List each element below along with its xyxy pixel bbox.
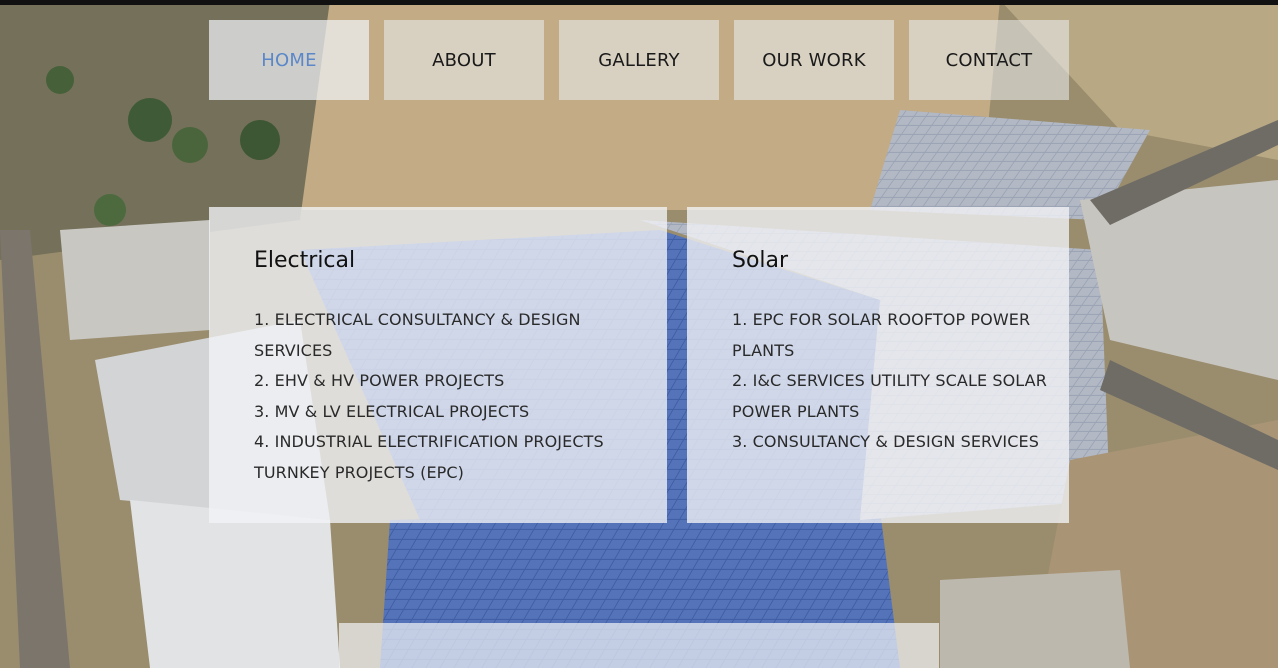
solar-services-card: Solar 1. EPC FOR SOLAR ROOFTOP POWER PLA… [687, 207, 1069, 523]
nav-contact[interactable]: CONTACT [909, 20, 1069, 100]
list-item: 3. MV & LV ELECTRICAL PROJECTS [254, 401, 530, 421]
list-item: 1. EPC FOR SOLAR ROOFTOP POWER PLANTS [732, 310, 1031, 360]
nav-gallery[interactable]: GALLERY [559, 20, 719, 100]
solar-services-list: 1. EPC FOR SOLAR ROOFTOP POWER PLANTS 2.… [732, 305, 1049, 458]
list-item: 4. INDUSTRIAL ELECTRIFICATION PROJECTS T… [254, 432, 604, 482]
nav-about[interactable]: ABOUT [384, 20, 544, 100]
electrical-title: Electrical [254, 248, 356, 273]
list-item: 3. CONSULTANCY & DESIGN SERVICES [732, 432, 1039, 452]
bottom-content-panel [339, 623, 939, 668]
nav-our-work[interactable]: OUR WORK [734, 20, 894, 100]
list-item: 1. ELECTRICAL CONSULTANCY & DESIGN SERVI… [254, 310, 581, 360]
list-item: 2. I&C SERVICES UTILITY SCALE SOLAR POWE… [732, 371, 1047, 421]
electrical-services-list: 1. ELECTRICAL CONSULTANCY & DESIGN SERVI… [254, 305, 647, 489]
electrical-services-card: Electrical 1. ELECTRICAL CONSULTANCY & D… [209, 207, 667, 523]
solar-title: Solar [732, 248, 789, 273]
list-item: 2. EHV & HV POWER PROJECTS [254, 371, 505, 391]
top-border [0, 0, 1278, 5]
main-navigation: HOME ABOUT GALLERY OUR WORK CONTACT [209, 20, 1069, 100]
nav-home[interactable]: HOME [209, 20, 369, 100]
